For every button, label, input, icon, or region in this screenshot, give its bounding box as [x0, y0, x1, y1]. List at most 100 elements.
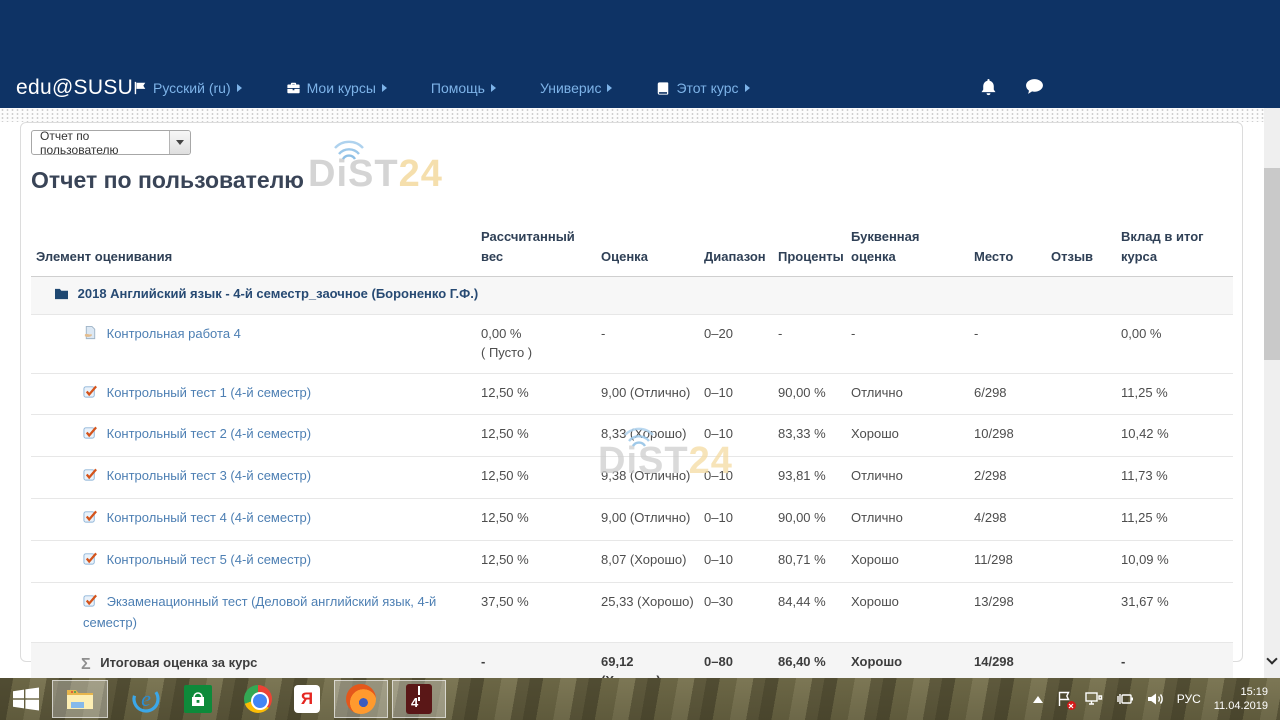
cell-range: 0–20 [704, 314, 778, 373]
action-center-flag-icon[interactable] [1056, 691, 1072, 707]
site-brand[interactable]: edu@SUSU [16, 76, 133, 100]
clock-time: 15:19 [1214, 685, 1268, 699]
file-explorer-icon [65, 687, 95, 711]
cell-rank: 10/298 [974, 415, 1051, 457]
book-icon [656, 81, 670, 96]
cell-range: 0–10 [704, 373, 778, 415]
category-name: 2018 Английский язык - 4-й семестр_заочн… [78, 286, 479, 301]
chevron-down-icon [176, 140, 184, 145]
firefox-icon [346, 684, 376, 714]
table-row: Контрольный тест 5 (4-й семестр) 12,50 %… [31, 540, 1233, 582]
table-row: Контрольный тест 3 (4-й семестр) 12,50 %… [31, 457, 1233, 499]
firefox-button[interactable] [334, 680, 388, 718]
internet-explorer-icon: e [130, 683, 162, 715]
windows-store-icon [184, 685, 212, 713]
cell-weight: 12,50 % [481, 499, 601, 541]
cell-rank: 2/298 [974, 457, 1051, 499]
cell-feedback [1051, 373, 1121, 415]
quiz-icon [83, 551, 98, 572]
cell-rank: 4/298 [974, 499, 1051, 541]
cell-percent: 90,00 % [778, 499, 851, 541]
speaker-icon[interactable] [1147, 691, 1164, 707]
nav-this-course[interactable]: Этот курс [656, 80, 749, 96]
grades-table: Элемент оценивания Рассчитанный вес Оцен… [31, 223, 1233, 701]
scrollbar-track[interactable] [1264, 108, 1280, 678]
cell-letter: Хорошо [851, 582, 974, 643]
cell-feedback [1051, 582, 1121, 643]
cell-rank: 13/298 [974, 582, 1051, 643]
cell-contribution: 0,00 % [1121, 314, 1233, 373]
quiz-icon [83, 384, 98, 405]
cell-rank: 6/298 [974, 373, 1051, 415]
bell-icon[interactable] [980, 78, 997, 102]
windows-taskbar: e Я 4 [0, 678, 1280, 720]
grade-item-link[interactable]: Контрольный тест 2 (4-й семестр) [107, 426, 311, 441]
cell-percent: 84,44 % [778, 582, 851, 643]
battery-icon[interactable] [1116, 691, 1134, 707]
package-app-icon: 4 [406, 684, 432, 714]
nav-help[interactable]: Помощь [431, 80, 496, 96]
top-navbar: edu@SUSU Русский (ru) Мои курсы Помощь У… [0, 0, 1280, 108]
col-item: Элемент оценивания [31, 223, 481, 277]
cell-grade: - [601, 314, 704, 373]
chevron-right-icon [607, 84, 612, 92]
internet-explorer-button[interactable]: e [120, 680, 172, 718]
chrome-button[interactable] [232, 680, 284, 718]
cell-range: 0–10 [704, 540, 778, 582]
clock-date: 11.04.2019 [1214, 699, 1268, 713]
show-hidden-icons-button[interactable] [1033, 696, 1043, 703]
taskbar-clock[interactable]: 15:19 11.04.2019 [1214, 685, 1272, 713]
language-indicator[interactable]: РУС [1177, 692, 1201, 706]
grade-item-link[interactable]: Контрольный тест 3 (4-й семестр) [107, 468, 311, 483]
report-type-select[interactable]: Отчет по пользователю [31, 130, 191, 155]
quiz-icon [83, 467, 98, 488]
cell-weight: 12,50 % [481, 373, 601, 415]
report-type-value: Отчет по пользователю [32, 130, 169, 155]
cell-letter: Отлично [851, 499, 974, 541]
cell-range: 0–10 [704, 499, 778, 541]
quiz-icon [83, 509, 98, 530]
select-dropdown-button[interactable] [169, 131, 190, 154]
col-percent: Проценты [778, 223, 851, 277]
network-icon[interactable] [1085, 691, 1103, 707]
grade-item-link[interactable]: Контрольный тест 1 (4-й семестр) [107, 385, 311, 400]
cell-percent: 83,33 % [778, 415, 851, 457]
navbar-actions [980, 78, 1044, 102]
cell-weight: 12,50 % [481, 415, 601, 457]
cell-grade: 9,00 (Отлично) [601, 373, 704, 415]
cell-feedback [1051, 457, 1121, 499]
grade-item-link[interactable]: Экзаменационный тест (Деловой английский… [83, 594, 436, 630]
scrollbar-thumb[interactable] [1264, 168, 1280, 360]
cell-grade: 25,33 (Хорошо) [601, 582, 704, 643]
folder-icon [54, 287, 69, 306]
cell-percent: - [778, 314, 851, 373]
system-tray: РУС 15:19 11.04.2019 [1033, 678, 1280, 720]
chevron-right-icon [237, 84, 242, 92]
package-app-button[interactable]: 4 [392, 680, 446, 718]
grade-item-link[interactable]: Контрольная работа 4 [107, 326, 241, 341]
windows-store-button[interactable] [172, 680, 224, 718]
grade-item-link[interactable]: Контрольный тест 4 (4-й семестр) [107, 510, 311, 525]
col-weight: Рассчитанный вес [481, 223, 601, 277]
cell-percent: 93,81 % [778, 457, 851, 499]
nav-my-courses[interactable]: Мои курсы [286, 80, 387, 96]
cell-letter: - [851, 314, 974, 373]
screen: edu@SUSU Русский (ru) Мои курсы Помощь У… [0, 0, 1280, 720]
cell-feedback [1051, 499, 1121, 541]
col-range: Диапазон [704, 223, 778, 277]
chat-icon[interactable] [1025, 78, 1044, 102]
col-feedback: Отзыв [1051, 223, 1121, 277]
yandex-browser-button[interactable]: Я [284, 680, 330, 718]
file-explorer-button[interactable] [52, 680, 108, 718]
nav-univeris[interactable]: Универис [540, 80, 613, 96]
table-row: Контрольный тест 2 (4-й семестр) 12,50 %… [31, 415, 1233, 457]
briefcase-icon [286, 81, 301, 95]
col-contribution: Вклад в итог курса [1121, 223, 1233, 277]
nav-language[interactable]: Русский (ru) [133, 80, 242, 96]
cell-feedback [1051, 415, 1121, 457]
chevron-right-icon [745, 84, 750, 92]
cell-grade: 8,33 (Хорошо) [601, 415, 704, 457]
start-button[interactable] [0, 680, 52, 718]
grade-item-link[interactable]: Контрольный тест 5 (4-й семестр) [107, 552, 311, 567]
cell-contribution: 11,25 % [1121, 373, 1233, 415]
